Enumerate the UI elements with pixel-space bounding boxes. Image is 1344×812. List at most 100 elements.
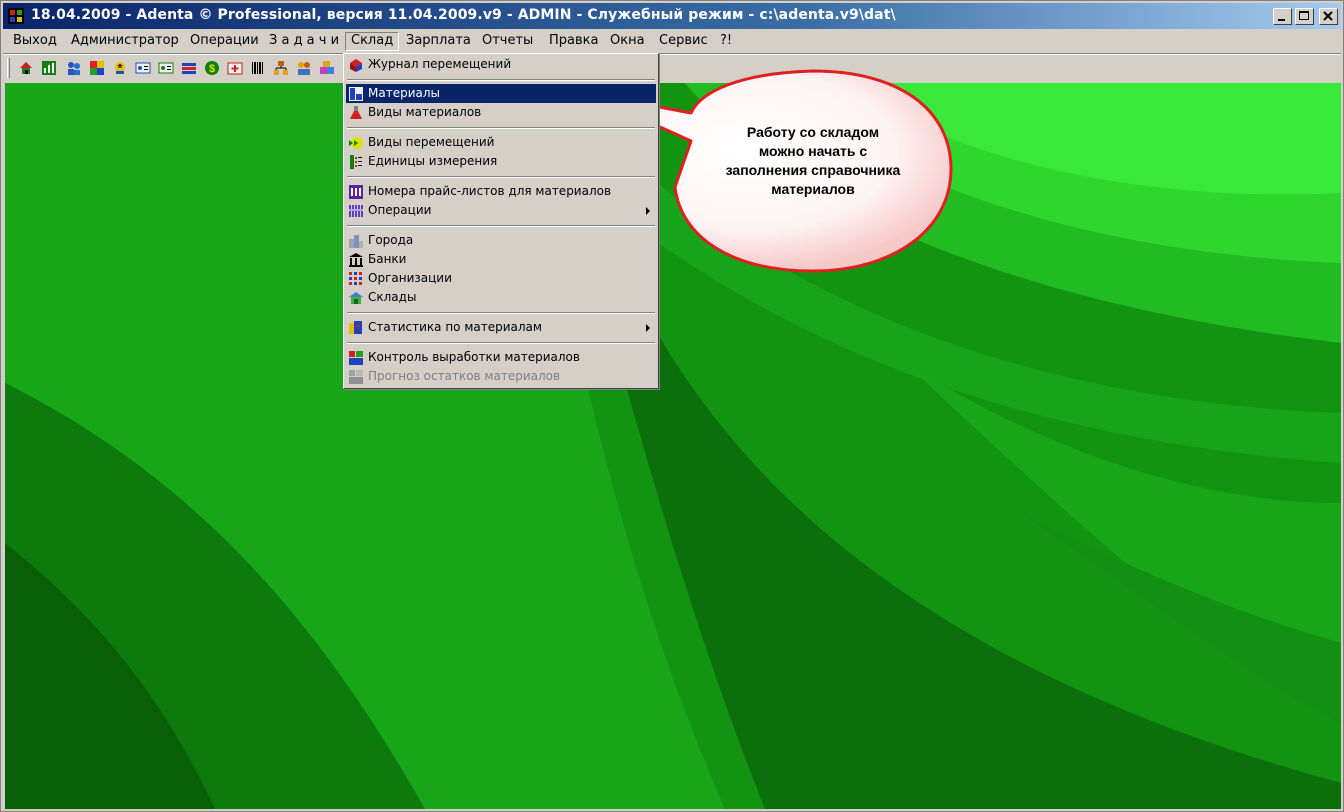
dropdown-item-label: Номера прайс-листов для материалов — [368, 184, 612, 198]
toolbar-button-home[interactable] — [16, 58, 36, 78]
house-icon — [20, 62, 32, 74]
journal-icon — [350, 59, 362, 72]
bank-icon — [349, 253, 363, 267]
toolbar-button-hierarchy[interactable] — [271, 58, 291, 78]
dropdown-item-label: Прогноз остатков материалов — [368, 369, 561, 383]
menu-service[interactable]: Сервис — [653, 32, 714, 51]
dropdown-item-material-control[interactable]: Контроль выработки материалов — [346, 348, 656, 367]
close-button[interactable] — [1319, 8, 1338, 25]
minimize-icon — [1278, 19, 1285, 21]
dropdown-item-label: Журнал перемещений — [368, 57, 512, 71]
svg-text:$: $ — [209, 63, 215, 75]
menu-windows[interactable]: Окна — [604, 32, 651, 51]
dropdown-item-movement-journal[interactable]: Журнал перемещений — [346, 55, 656, 74]
menu-warehouse[interactable]: Склад — [345, 32, 400, 51]
group-icon — [298, 62, 310, 75]
close-icon — [1323, 11, 1333, 21]
statistics-icon — [349, 321, 362, 334]
first-aid-icon — [227, 62, 243, 75]
dropdown-item-operations[interactable]: Операции — [346, 201, 656, 220]
operations-icon — [349, 205, 363, 217]
maximize-button[interactable] — [1295, 8, 1314, 25]
dropdown-item-label: Виды перемещений — [368, 135, 495, 149]
flags-icon — [182, 63, 196, 74]
control-icon — [349, 351, 363, 365]
dropdown-item-label: Города — [368, 233, 414, 247]
menu-separator — [347, 312, 655, 314]
dropdown-item-material-statistics[interactable]: Статистика по материалам — [346, 318, 656, 337]
callout-text: Работу со складом можно начать с заполне… — [725, 124, 901, 197]
toolbar-button-id-card-2[interactable] — [156, 58, 176, 78]
menu-separator — [347, 225, 655, 227]
toolbar-button-chart[interactable] — [39, 58, 59, 78]
toolbar-button-user-card[interactable] — [110, 58, 130, 78]
menu-reports[interactable]: Отчеты — [476, 32, 539, 51]
dropdown-item-banks[interactable]: Банки — [346, 250, 656, 269]
menu-administrator[interactable]: Администратор — [65, 32, 185, 51]
menu-edit[interactable]: Правка — [543, 32, 604, 51]
materials-icon — [349, 87, 363, 101]
people-icon — [68, 62, 80, 75]
id-card-2-icon — [158, 62, 174, 74]
menu-separator — [347, 79, 655, 81]
dropdown-item-material-types[interactable]: Виды материалов — [346, 103, 656, 122]
dropdown-item-units[interactable]: Единицы измерения — [346, 152, 656, 171]
dropdown-item-label: Статистика по материалам — [368, 320, 542, 334]
toolbar-button-flags[interactable] — [179, 58, 199, 78]
window-title: 18.04.2009 - Adenta © Professional, верс… — [31, 7, 896, 23]
price-list-icon — [349, 185, 363, 199]
menu-salary[interactable]: Зарплата — [400, 32, 477, 51]
toolbar-button-cubes[interactable] — [317, 58, 337, 78]
warehouse-dropdown-menu: Журнал перемещений Материалы Виды матери… — [343, 53, 659, 389]
app-logo-icon — [8, 8, 24, 24]
dropdown-item-movement-types[interactable]: Виды перемещений — [346, 133, 656, 152]
chart-icon — [42, 61, 56, 75]
submenu-arrow-icon — [646, 207, 650, 215]
dropdown-item-organizations[interactable]: Организации — [346, 269, 656, 288]
menu-tasks[interactable]: З а д а ч и — [263, 32, 345, 51]
dollar-icon: $ — [205, 61, 219, 75]
toolbar-grip[interactable] — [7, 58, 10, 78]
hierarchy-icon — [274, 61, 288, 75]
menu-operations[interactable]: Операции — [184, 32, 265, 51]
toolbar-button-dollar[interactable]: $ — [202, 58, 222, 78]
organization-icon — [349, 272, 362, 285]
maximize-icon — [1299, 11, 1309, 20]
barcode-icon — [252, 62, 263, 74]
movement-icon — [349, 137, 363, 149]
minimize-button[interactable] — [1273, 8, 1292, 25]
units-icon — [350, 155, 362, 169]
warehouse-icon — [349, 292, 363, 304]
dropdown-item-label: Виды материалов — [368, 105, 482, 119]
dropdown-item-cities[interactable]: Города — [346, 231, 656, 250]
flask-icon — [350, 106, 362, 119]
dropdown-item-label: Организации — [368, 271, 452, 285]
dropdown-item-label: Материалы — [368, 86, 440, 100]
user-card-icon — [115, 62, 125, 74]
dropdown-item-label: Банки — [368, 252, 407, 266]
toolbar-button-first-aid[interactable] — [225, 58, 245, 78]
toolbar-button-id-card[interactable] — [133, 58, 153, 78]
toolbar-button-people[interactable] — [64, 58, 84, 78]
dropdown-item-materials[interactable]: Материалы — [346, 84, 656, 103]
toolbar-button-barcode[interactable] — [248, 58, 268, 78]
dropdown-item-forecast[interactable]: Прогноз остатков материалов — [346, 367, 656, 386]
dropdown-item-price-lists[interactable]: Номера прайс-листов для материалов — [346, 182, 656, 201]
forecast-icon — [349, 370, 363, 384]
cubes-icon — [320, 61, 334, 74]
app-window: 18.04.2009 - Adenta © Professional, верс… — [0, 0, 1344, 812]
submenu-arrow-icon — [646, 324, 650, 332]
dropdown-item-label: Единицы измерения — [368, 154, 498, 168]
toolbar-button-puzzle[interactable] — [87, 58, 107, 78]
title-bar[interactable]: 18.04.2009 - Adenta © Professional, верс… — [3, 3, 1341, 29]
menu-exit[interactable]: Выход — [7, 32, 63, 51]
menu-separator — [347, 127, 655, 129]
city-icon — [349, 235, 363, 248]
dropdown-item-label: Склады — [368, 290, 417, 304]
dropdown-item-label: Операции — [368, 203, 432, 217]
toolbar-button-group[interactable] — [294, 58, 314, 78]
menu-help[interactable]: ?! — [714, 32, 738, 51]
dropdown-item-warehouses[interactable]: Склады — [346, 288, 656, 307]
id-card-icon — [135, 62, 151, 74]
menu-separator — [347, 342, 655, 344]
